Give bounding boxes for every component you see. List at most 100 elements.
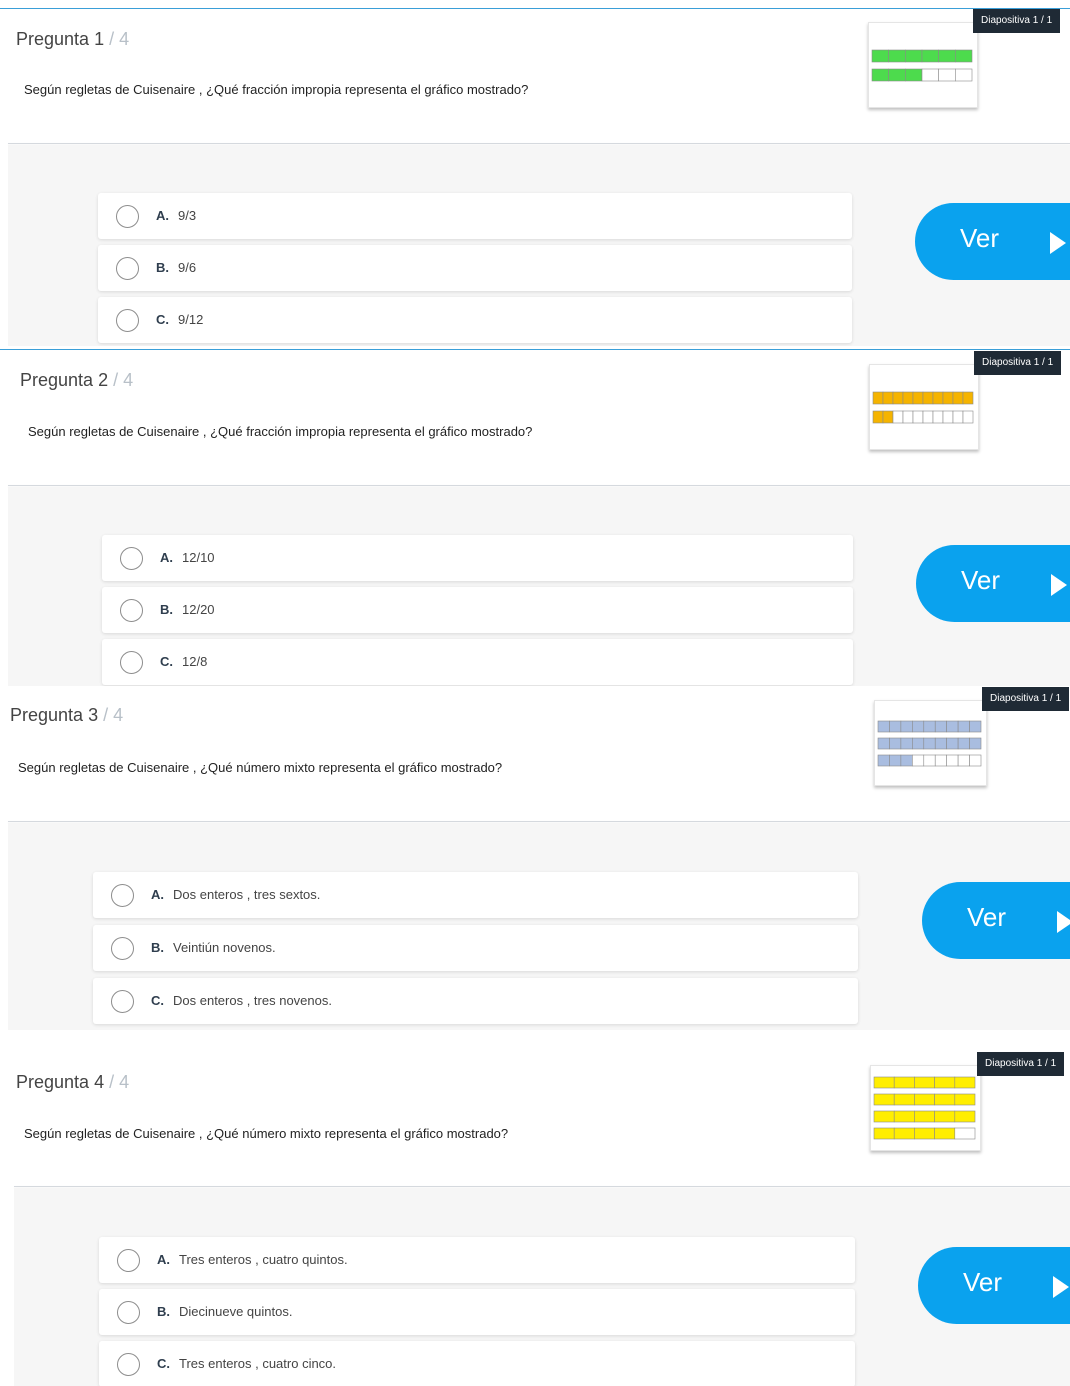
rod-thumbnail[interactable] bbox=[870, 1065, 981, 1151]
question-title: Pregunta 1 / 4 bbox=[16, 29, 129, 50]
rod-segment-empty bbox=[969, 754, 982, 767]
ver-button[interactable]: Ver bbox=[915, 203, 1070, 280]
radio-button[interactable] bbox=[117, 1249, 140, 1272]
rod-segment-filled bbox=[877, 720, 890, 733]
option-letter: C. bbox=[156, 312, 169, 327]
question-header: Pregunta 2 / 4 Según regletas de Cuisena… bbox=[0, 350, 1070, 484]
radio-button[interactable] bbox=[120, 599, 143, 622]
question-text: Según regletas de Cuisenaire , ¿Qué frac… bbox=[24, 82, 529, 97]
rod-segment-filled bbox=[957, 737, 970, 750]
question-total: / 4 bbox=[113, 370, 134, 390]
question-text: Según regletas de Cuisenaire , ¿Qué núme… bbox=[18, 760, 503, 775]
rod-thumbnail[interactable] bbox=[874, 700, 987, 786]
rod-segment-filled bbox=[934, 737, 947, 750]
rod-segment-filled bbox=[934, 1093, 956, 1106]
question-label: Pregunta bbox=[20, 370, 94, 390]
answers-area: A. 9/3 B. 9/6 C. 9/12 Ver bbox=[8, 145, 1070, 346]
option-b[interactable]: B. 12/20 bbox=[102, 587, 853, 633]
option-a[interactable]: A. Dos enteros , tres sextos. bbox=[93, 872, 858, 918]
radio-button[interactable] bbox=[116, 309, 139, 332]
option-text: 9/12 bbox=[178, 312, 204, 327]
option-c[interactable]: C. Tres enteros , cuatro cinco. bbox=[99, 1341, 855, 1386]
rod-segment-filled bbox=[955, 49, 973, 63]
option-c[interactable]: C. 9/12 bbox=[98, 297, 852, 343]
radio-button[interactable] bbox=[116, 205, 139, 228]
rod-segment-filled bbox=[914, 1127, 935, 1140]
rod-segment-filled bbox=[872, 391, 884, 405]
rod-segment-filled bbox=[882, 410, 894, 424]
rod-segment-filled bbox=[900, 754, 913, 767]
option-b[interactable]: B. 9/6 bbox=[98, 245, 852, 291]
option-c[interactable]: C. 12/8 bbox=[102, 639, 853, 685]
option-c[interactable]: C. Dos enteros , tres novenos. bbox=[93, 978, 858, 1024]
rod-segment-filled bbox=[912, 737, 925, 750]
option-text: 9/3 bbox=[178, 208, 197, 223]
rod-segment-filled bbox=[882, 391, 894, 405]
option-b[interactable]: B. Veintiún novenos. bbox=[93, 925, 858, 971]
question-header: Pregunta 4 / 4 Según regletas de Cuisena… bbox=[0, 1048, 1070, 1186]
question-number: 2 bbox=[98, 370, 109, 390]
divider bbox=[8, 485, 1070, 486]
question-number: 3 bbox=[88, 705, 99, 725]
option-letter: B. bbox=[156, 260, 169, 275]
option-a[interactable]: A. 9/3 bbox=[98, 193, 852, 239]
option-text: Diecinueve quintos. bbox=[179, 1304, 293, 1319]
option-letter: C. bbox=[157, 1356, 170, 1371]
radio-button[interactable] bbox=[116, 257, 139, 280]
rod-segment-filled bbox=[873, 1110, 895, 1123]
rod-segment-filled bbox=[969, 737, 982, 750]
rod-segment-empty bbox=[923, 754, 936, 767]
rod-segment-filled bbox=[877, 737, 890, 750]
ver-button-label: Ver bbox=[961, 565, 1001, 595]
rod-segment-filled bbox=[923, 720, 936, 733]
rod-segment-filled bbox=[889, 720, 902, 733]
rod-segment-empty bbox=[962, 410, 974, 424]
divider bbox=[8, 821, 1070, 822]
answers-area: A. Tres enteros , cuatro quintos. B. Die… bbox=[14, 1188, 1070, 1386]
radio-button[interactable] bbox=[111, 990, 134, 1013]
play-arrow-icon bbox=[1051, 574, 1067, 596]
rod-segment-filled bbox=[921, 49, 939, 63]
rod-thumbnail[interactable] bbox=[869, 364, 979, 450]
rod-segment-empty bbox=[892, 410, 904, 424]
rod-segment-filled bbox=[946, 720, 959, 733]
rod-segment-empty bbox=[912, 754, 925, 767]
radio-button[interactable] bbox=[120, 547, 143, 570]
slide-badge: Diapositiva 1 / 1 bbox=[977, 1052, 1065, 1076]
rod-segment-filled bbox=[934, 1127, 956, 1140]
question-label: Pregunta bbox=[10, 705, 84, 725]
rod-segment-empty bbox=[932, 410, 944, 424]
rod-diagram bbox=[872, 391, 974, 424]
rod-segment-filled bbox=[900, 720, 913, 733]
radio-button[interactable] bbox=[120, 651, 143, 674]
rod-thumbnail[interactable] bbox=[868, 22, 978, 108]
option-b[interactable]: B. Diecinueve quintos. bbox=[99, 1289, 855, 1335]
question-total: / 4 bbox=[109, 1072, 130, 1092]
option-a[interactable]: A. Tres enteros , cuatro quintos. bbox=[99, 1237, 855, 1283]
option-letter: A. bbox=[156, 208, 169, 223]
rod-segment-filled bbox=[905, 49, 923, 63]
radio-button[interactable] bbox=[117, 1353, 140, 1376]
rod-segment-filled bbox=[872, 410, 884, 424]
rod-segment-filled bbox=[914, 1110, 935, 1123]
play-arrow-icon bbox=[1053, 1276, 1069, 1298]
rod-diagram bbox=[873, 1076, 976, 1140]
option-letter: A. bbox=[151, 887, 164, 902]
radio-button[interactable] bbox=[111, 884, 134, 907]
rod-segment-filled bbox=[923, 737, 936, 750]
rod-segment-filled bbox=[893, 1127, 915, 1140]
ver-button[interactable]: Ver bbox=[918, 1247, 1070, 1324]
radio-button[interactable] bbox=[111, 937, 134, 960]
question-title: Pregunta 2 / 4 bbox=[20, 370, 133, 391]
slide-badge: Diapositiva 1 / 1 bbox=[974, 351, 1062, 375]
ver-button[interactable]: Ver bbox=[916, 545, 1070, 622]
rod-segment-filled bbox=[893, 1093, 915, 1106]
rod-segment-empty bbox=[934, 754, 947, 767]
ver-button[interactable]: Ver bbox=[922, 882, 1070, 959]
option-a[interactable]: A. 12/10 bbox=[102, 535, 853, 581]
rod-segment-filled bbox=[934, 1110, 956, 1123]
question-title: Pregunta 4 / 4 bbox=[16, 1072, 129, 1093]
rod-segment-filled bbox=[902, 391, 914, 405]
radio-button[interactable] bbox=[117, 1301, 140, 1324]
rod-segment-empty bbox=[902, 410, 914, 424]
